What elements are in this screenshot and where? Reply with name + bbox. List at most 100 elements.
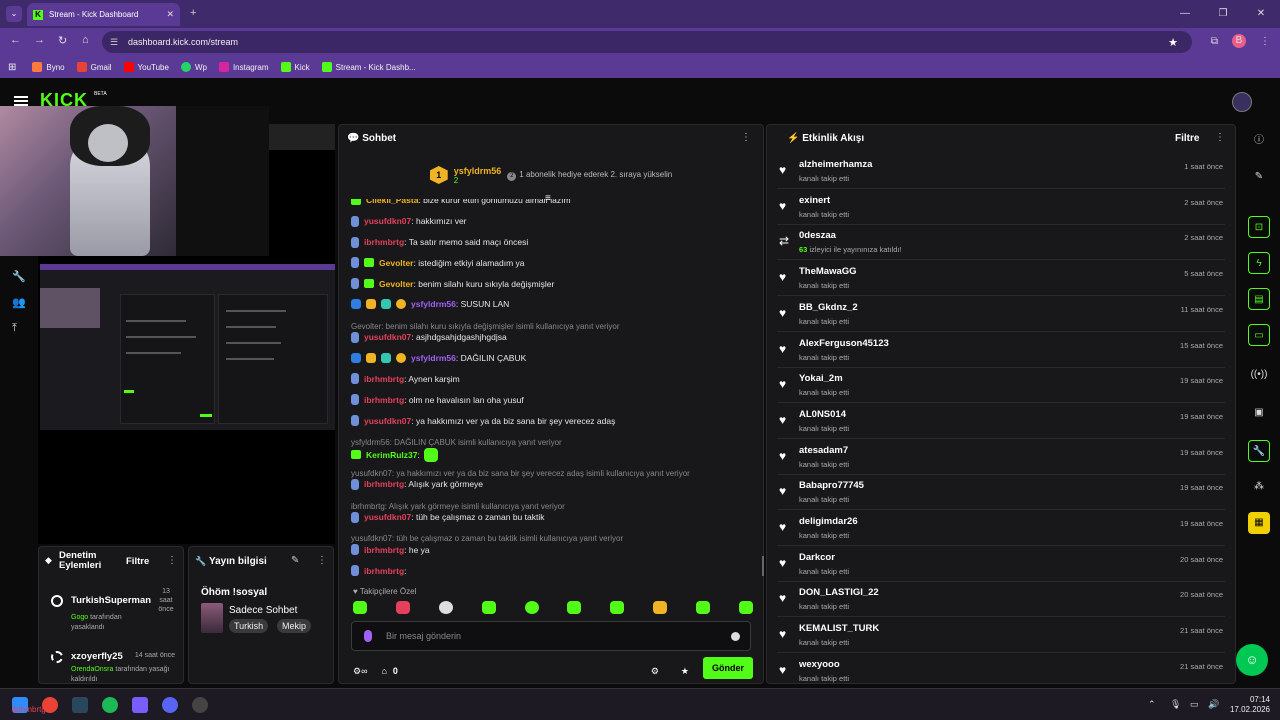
back-icon[interactable]: ← — [10, 34, 21, 46]
chat-input[interactable]: Bir mesaj gönderin — [351, 621, 751, 651]
spotify-icon[interactable] — [102, 697, 118, 713]
print-icon[interactable]: ▣ — [1248, 402, 1270, 424]
activity-username[interactable]: KEMALIST_TURK — [799, 623, 879, 634]
bookmark-kick[interactable]: Kick — [280, 62, 310, 72]
activity-username[interactable]: atesadam7 — [799, 445, 848, 456]
app-icon[interactable] — [132, 697, 148, 713]
maximize-icon[interactable]: ❐ — [1204, 0, 1242, 28]
extensions-icon[interactable]: ⧉ — [1211, 36, 1218, 47]
chat-username[interactable]: yusufdkn07 — [364, 416, 411, 426]
home-icon[interactable]: ⌂ — [82, 34, 89, 46]
stream-category[interactable]: Sadece Sohbet — [229, 605, 297, 616]
activity-icon[interactable]: ϟ — [1248, 252, 1270, 274]
channel-points-icon[interactable]: ⚙∞ — [353, 666, 367, 677]
info-icon[interactable]: ⓘ — [1248, 130, 1270, 152]
clock[interactable]: 07:14 17.02.2026 — [1230, 695, 1270, 715]
activity-username[interactable]: wexyooo — [799, 659, 840, 670]
emote-icon[interactable] — [653, 601, 668, 614]
support-chat-icon[interactable]: ☺ — [1236, 644, 1268, 676]
emote-icon[interactable] — [696, 601, 710, 614]
emote-icon[interactable] — [438, 601, 453, 614]
new-tab-icon[interactable]: + — [190, 7, 196, 19]
emote-icon[interactable] — [738, 601, 753, 614]
notes-icon[interactable]: ▤ — [1248, 288, 1270, 310]
chat-username[interactable]: ysfyldrm56 — [411, 353, 456, 363]
user-avatar[interactable] — [1232, 92, 1252, 112]
emote-icon[interactable] — [353, 601, 367, 614]
bookmark-gmail[interactable]: Gmail — [76, 62, 112, 72]
chat-username[interactable]: ibrhmbrtg — [364, 545, 404, 555]
chat-username[interactable]: ibrhmbrtg — [364, 479, 404, 489]
chat-username[interactable]: ysfyldrm56 — [411, 299, 456, 309]
address-bar[interactable]: ☰ dashboard.kick.com/stream ★ — [102, 31, 1192, 53]
tools-icon[interactable]: 🔧 — [1248, 440, 1270, 462]
chat-username[interactable]: yusufdkn07 — [364, 512, 411, 522]
users-icon[interactable]: 👥 — [12, 296, 26, 309]
emoji-picker-icon[interactable] — [731, 632, 740, 641]
emote-icon[interactable] — [481, 601, 496, 614]
chat-username[interactable]: KerimRulz37 — [366, 450, 418, 460]
stream-info-menu-icon[interactable]: ⋮ — [317, 555, 327, 566]
send-button[interactable]: Gönder — [703, 657, 753, 679]
close-window-icon[interactable]: ✕ — [1242, 0, 1280, 28]
points-icon[interactable]: ⁂ — [1248, 476, 1270, 498]
apps-icon[interactable]: ⊞ — [8, 62, 16, 73]
emote-icon[interactable] — [610, 601, 625, 614]
reload-icon[interactable]: ↻ — [58, 34, 67, 47]
emote-icon[interactable] — [395, 601, 410, 614]
chat-settings-icon[interactable]: ⚙ — [651, 666, 659, 677]
store-icon[interactable]: ⌂ — [381, 666, 386, 676]
stream-tag[interactable]: Mekip — [277, 619, 312, 633]
volume-icon[interactable]: 🔊 — [1208, 699, 1219, 710]
site-info-icon[interactable]: ☰ — [110, 37, 118, 48]
activity-username[interactable]: exinert — [799, 195, 830, 206]
bookmark-stream-dashboard[interactable]: Stream - Kick Dashb... — [321, 62, 416, 72]
chat-scrollbar[interactable] — [762, 556, 764, 576]
activity-username[interactable]: Darkcor — [799, 552, 835, 563]
mod-tools-icon[interactable]: ★ — [681, 666, 689, 677]
forward-icon[interactable]: → — [34, 34, 45, 46]
tab-search-icon[interactable]: ⌄ — [6, 6, 22, 22]
stream-tag[interactable]: Turkish — [229, 619, 269, 633]
activity-username[interactable]: deligimdar26 — [799, 516, 858, 527]
activity-username[interactable]: alzheimerhamza — [799, 159, 872, 170]
discord-icon[interactable] — [162, 697, 178, 713]
menu-icon[interactable] — [14, 96, 28, 106]
bookmark-wp[interactable]: Wp — [180, 62, 207, 72]
chat-username[interactable]: ibrhmbrtg — [364, 566, 404, 576]
chat-username[interactable]: Gevolter — [379, 279, 414, 289]
moderation-target[interactable]: TurkishSuperman — [71, 595, 151, 606]
preview-icon[interactable]: ⊡ — [1248, 216, 1270, 238]
chat-menu-icon[interactable]: ⋮ — [741, 132, 751, 143]
leader-username[interactable]: ysfyldrm56 — [454, 166, 502, 176]
activity-username[interactable]: BB_Gkdnz_2 — [799, 302, 858, 313]
upload-icon[interactable]: ⤒ — [12, 322, 17, 335]
chat-icon[interactable]: ▭ — [1248, 324, 1270, 346]
network-icon[interactable]: ▭ — [1190, 699, 1199, 710]
bookmark-byno[interactable]: Byno — [32, 62, 65, 72]
minimize-icon[interactable]: — — [1166, 0, 1204, 28]
activity-menu-icon[interactable]: ⋮ — [1215, 132, 1225, 143]
mic-icon[interactable]: 🎙 — [1170, 699, 1181, 710]
voice-icon[interactable] — [364, 630, 372, 642]
activity-username[interactable]: AL0NS014 — [799, 409, 846, 420]
chat-username[interactable]: ibrhmbrtg — [364, 237, 404, 247]
moderation-menu-icon[interactable]: ⋮ — [167, 555, 177, 566]
steam-icon[interactable] — [72, 697, 88, 713]
chat-username[interactable]: ibrhmbrtg — [364, 395, 404, 405]
activity-username[interactable]: Yokai_2m — [799, 373, 843, 384]
activity-username[interactable]: 0deszaa — [799, 230, 836, 241]
bookmark-youtube[interactable]: YouTube — [123, 62, 169, 72]
chat-username[interactable]: Gevolter — [379, 258, 414, 268]
activity-username[interactable]: AlexFerguson45123 — [799, 338, 889, 349]
moderation-target[interactable]: xzoyerfly25 — [71, 651, 123, 662]
emote-icon[interactable] — [524, 601, 539, 614]
broadcast-icon[interactable]: ((•)) — [1248, 364, 1270, 386]
moderation-filter-button[interactable]: Filtre — [126, 556, 149, 567]
activity-filter-button[interactable]: Filtre — [1175, 133, 1199, 144]
edit-icon[interactable]: ✎ — [1248, 166, 1270, 188]
edit-stream-icon[interactable]: ✎ — [291, 555, 299, 566]
profile-avatar[interactable]: B — [1232, 34, 1246, 48]
browser-tab[interactable]: K Stream - Kick Dashboard ✕ — [27, 3, 180, 26]
obs-icon[interactable] — [192, 697, 208, 713]
